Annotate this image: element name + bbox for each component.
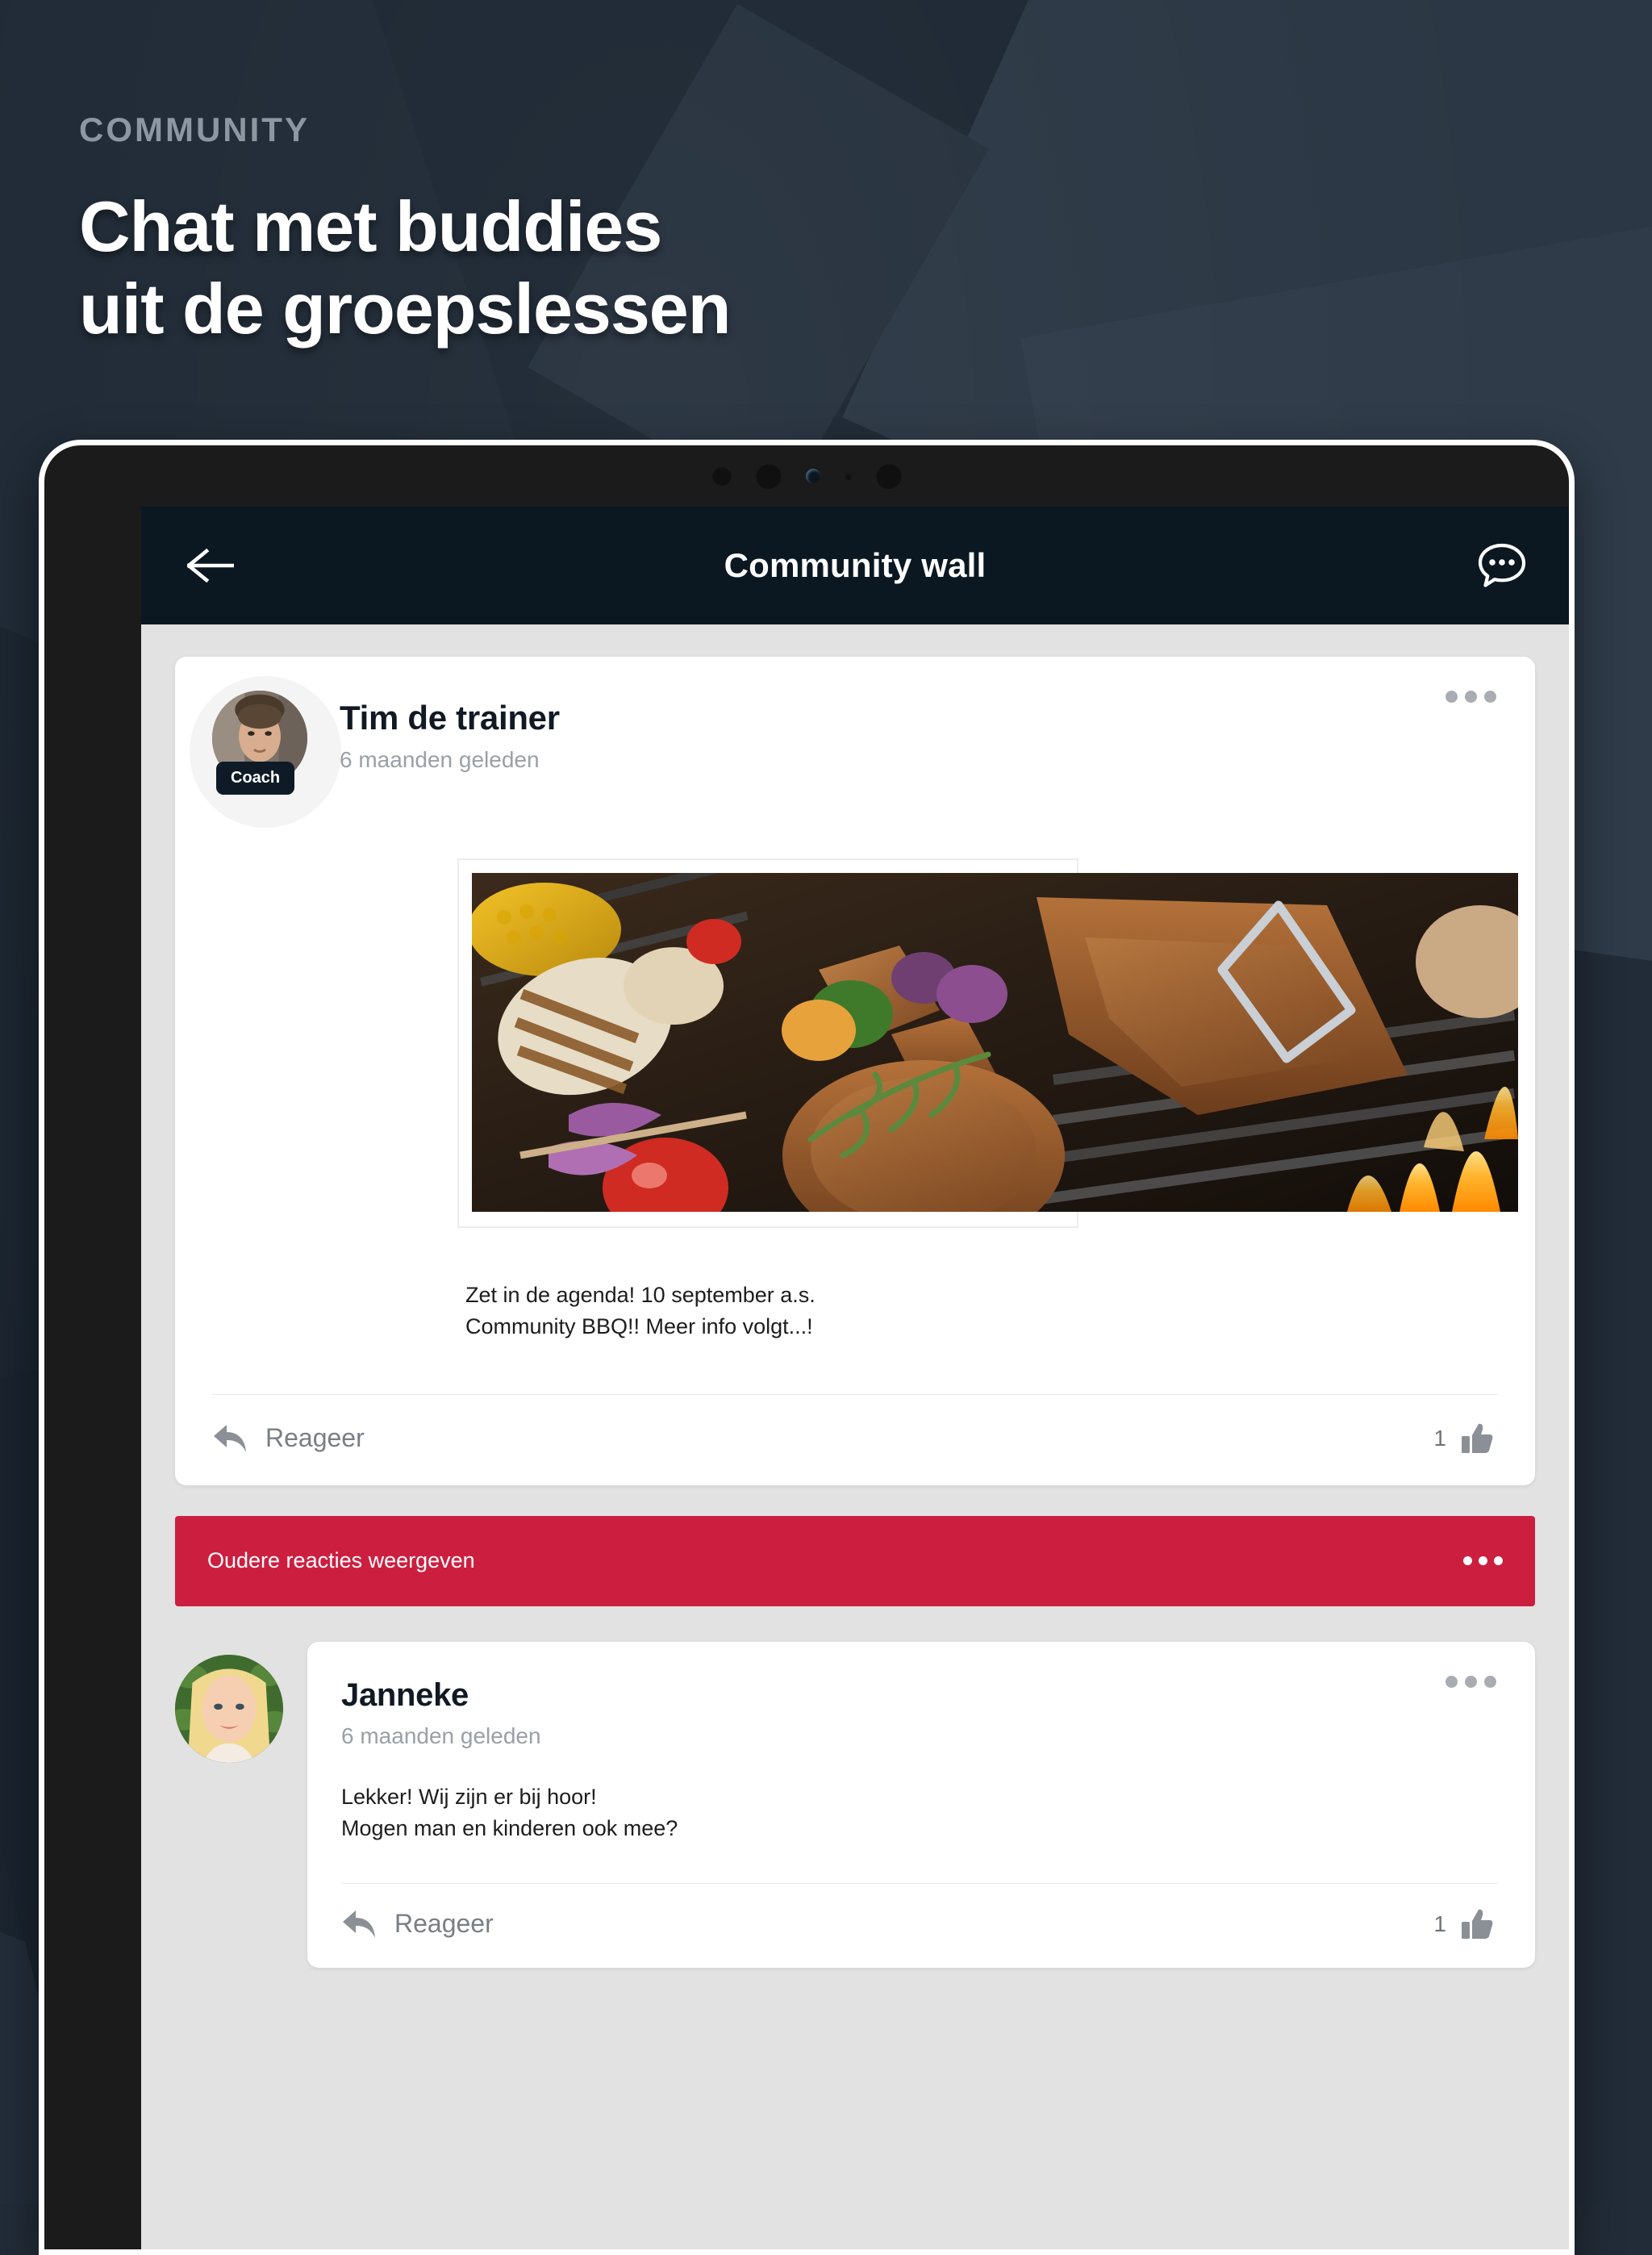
post-reply-button[interactable]: Reageer bbox=[212, 1422, 365, 1455]
community-feed: Coach Tim de trainer 6 maanden geleden Z… bbox=[141, 624, 1569, 1968]
thumbs-up-icon bbox=[1462, 1423, 1493, 1453]
comment-body-text: Lekker! Wij zijn er bij hoor! Mogen man … bbox=[341, 1781, 1498, 1844]
post-card: Coach Tim de trainer 6 maanden geleden Z… bbox=[175, 657, 1535, 1485]
hero-kicker: COMMUNITY bbox=[79, 111, 310, 148]
comment-like-button[interactable]: 1 bbox=[1433, 1908, 1493, 1940]
messages-button[interactable] bbox=[1477, 542, 1527, 589]
thumbs-up-icon bbox=[1462, 1909, 1493, 1939]
post-text-line-2: Community BBQ!! Meer info volgt...! bbox=[465, 1313, 813, 1338]
kebab-dot bbox=[1446, 691, 1458, 703]
hero-headline-line-1: Chat met buddies bbox=[79, 186, 662, 266]
ellipsis-dot bbox=[1494, 1556, 1503, 1566]
comment-menu-button[interactable] bbox=[1446, 1675, 1496, 1688]
kebab-dot bbox=[1484, 691, 1496, 703]
comment-text-line-2: Mogen man en kinderen ook mee? bbox=[341, 1815, 678, 1840]
coach-badge: Coach bbox=[216, 762, 295, 795]
post-like-button[interactable]: 1 bbox=[1433, 1422, 1493, 1455]
chat-bubble-dots-icon bbox=[1478, 543, 1526, 587]
post-like-count: 1 bbox=[1433, 1425, 1446, 1451]
front-camera-icon bbox=[805, 469, 820, 483]
kebab-dot bbox=[1465, 691, 1477, 703]
post-image[interactable] bbox=[472, 873, 1518, 1212]
older-comments-banner[interactable]: Oudere reacties weergeven bbox=[175, 1515, 1535, 1606]
reply-arrow-icon bbox=[214, 1424, 246, 1452]
tablet-screen: Community wall Coach Tim de trainer 6 ma… bbox=[141, 507, 1569, 2249]
camera-lens-icon bbox=[755, 463, 782, 489]
ellipsis-dot bbox=[1479, 1556, 1487, 1566]
post-reply-label: Reageer bbox=[265, 1423, 365, 1453]
post-media bbox=[175, 858, 1535, 1238]
tablet-device-frame: Community wall Coach Tim de trainer 6 ma… bbox=[39, 440, 1575, 2255]
hero-copy: COMMUNITY Chat met buddies uit de groeps… bbox=[79, 111, 731, 350]
arrow-left-icon bbox=[187, 548, 234, 583]
post-header: Coach Tim de trainer 6 maanden geleden bbox=[175, 657, 1535, 828]
comment-reply-label: Reageer bbox=[394, 1909, 494, 1938]
post-menu-button[interactable] bbox=[1446, 691, 1496, 703]
older-comments-label: Oudere reacties weergeven bbox=[207, 1548, 475, 1573]
comment-like-count: 1 bbox=[1433, 1910, 1446, 1936]
comment-timestamp: 6 maanden geleden bbox=[341, 1723, 541, 1748]
post-body-text: Zet in de agenda! 10 september a.s. Comm… bbox=[465, 1280, 1498, 1343]
comment-reply-button[interactable]: Reageer bbox=[341, 1908, 494, 1940]
kebab-dot bbox=[1465, 1675, 1477, 1688]
comment-row: Janneke 6 maanden geleden Lekker! Wij zi… bbox=[175, 1641, 1535, 1968]
app-header-bar: Community wall bbox=[141, 507, 1569, 624]
ellipsis-dot bbox=[1463, 1556, 1472, 1566]
microphone-dot-icon bbox=[844, 472, 852, 480]
tablet-sensor-bar bbox=[44, 445, 1569, 507]
comment-author-name: Janneke bbox=[341, 1677, 469, 1713]
post-author-avatar-wrap: Coach bbox=[190, 676, 341, 828]
kebab-dot bbox=[1484, 1675, 1496, 1688]
comment-text-line-1: Lekker! Wij zijn er bij hoor! bbox=[341, 1784, 597, 1809]
post-author-name: Tim de trainer bbox=[340, 699, 560, 737]
comment-author-avatar[interactable] bbox=[175, 1654, 283, 1763]
post-actions: Reageer 1 bbox=[175, 1395, 1535, 1485]
banner-menu-button[interactable] bbox=[1463, 1556, 1503, 1566]
kebab-dot bbox=[1446, 1675, 1458, 1688]
sensor-dot-icon bbox=[711, 466, 732, 486]
comment-card: Janneke 6 maanden geleden Lekker! Wij zi… bbox=[307, 1641, 1535, 1968]
speaker-dot-icon bbox=[875, 463, 902, 489]
reply-arrow-icon bbox=[343, 1910, 375, 1938]
hero-headline-line-2: uit de groepslessen bbox=[79, 269, 731, 349]
app-title: Community wall bbox=[724, 546, 987, 584]
bbq-grill-photo-icon bbox=[472, 873, 1518, 1212]
post-author-meta: Tim de trainer 6 maanden geleden bbox=[340, 691, 560, 773]
page-title: Chat met buddies uit de groepslessen bbox=[79, 186, 731, 350]
comment-actions: Reageer 1 bbox=[341, 1884, 1498, 1968]
back-button[interactable] bbox=[172, 547, 249, 584]
avatar-photo-female bbox=[175, 1654, 283, 1763]
post-text-line-1: Zet in de agenda! 10 september a.s. bbox=[465, 1283, 816, 1307]
post-timestamp: 6 maanden geleden bbox=[340, 747, 540, 772]
